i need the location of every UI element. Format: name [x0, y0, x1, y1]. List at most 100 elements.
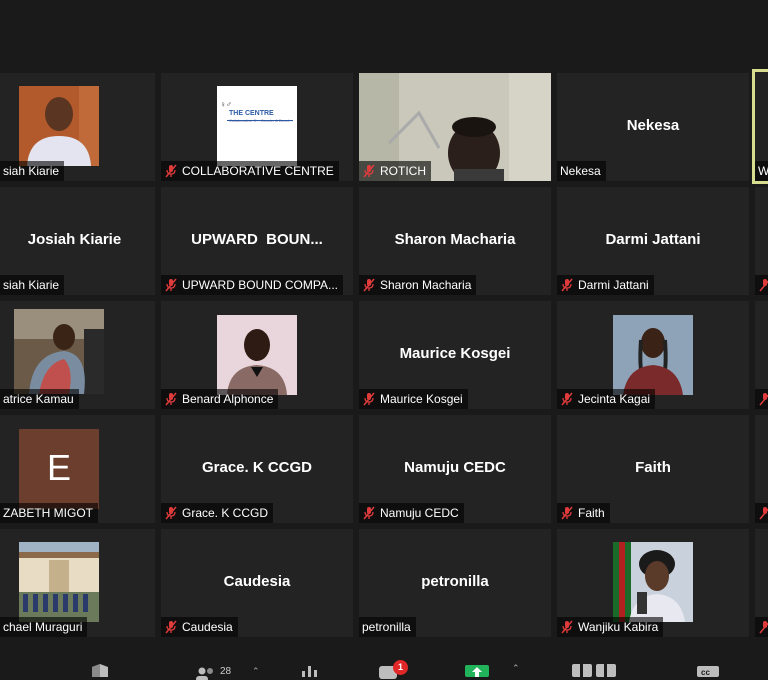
participant-display-name: Namuju CEDC [404, 458, 506, 476]
participant-nameplate: chael Muraguri [0, 617, 88, 637]
muted-mic-icon [561, 392, 573, 406]
participant-tile-caudesia[interactable]: Caudesia Caudesia [161, 529, 353, 637]
participant-photo [19, 542, 99, 622]
participant-nameplate: ROTICH [359, 161, 431, 181]
muted-mic-icon [561, 278, 573, 292]
participant-tile-benard[interactable]: Benard Alphonce [161, 301, 353, 409]
participant-tile-edge[interactable] [755, 415, 768, 523]
participant-tile-edge[interactable] [755, 187, 768, 295]
participant-tile-rotich[interactable]: ROTICH [359, 73, 551, 181]
logo-mark-icon: ♀♂ [220, 100, 232, 109]
participant-photo [217, 315, 297, 395]
muted-mic-icon [363, 392, 375, 406]
muted-mic-icon [561, 506, 573, 520]
participant-display-name: Josiah Kiarie [27, 230, 122, 248]
participant-tile-jecinta[interactable]: Jecinta Kagai [557, 301, 749, 409]
participant-nameplate: Jecinta Kagai [557, 389, 656, 409]
participant-tile-josiah-name[interactable]: Josiah Kiarie siah Kiarie [0, 187, 155, 295]
muted-mic-icon [165, 620, 177, 634]
participant-tile-darmi[interactable]: Darmi Jattani Darmi Jattani [557, 187, 749, 295]
participants-button[interactable]: 28 ⌃ [194, 664, 264, 680]
participants-count: 28 [220, 666, 232, 677]
chat-unread-badge: 1 [393, 660, 408, 675]
participant-tile-maurice[interactable]: Maurice Kosgei Maurice Kosgei [359, 301, 551, 409]
participant-tile-wanjiku[interactable]: Wanjiku Kabira [557, 529, 749, 637]
participant-nameplate: COLLABORATIVE CENTRE [161, 161, 339, 181]
muted-mic-icon [759, 621, 768, 634]
participant-photo [14, 309, 104, 394]
participant-nameplate: petronilla [359, 617, 416, 637]
participant-tile-collaborative-centre[interactable]: ♀♂ THE CENTRE Collaborative C... Gender … [161, 73, 353, 181]
logo-image: ♀♂ THE CENTRE Collaborative C... Gender … [217, 86, 297, 166]
record-icon[interactable] [572, 664, 618, 677]
participant-avatar-letter: E [19, 429, 99, 509]
participant-tile-upward-bound[interactable]: UPWARD BOUN... UPWARD BOUND COMPA... [161, 187, 353, 295]
participant-tile-beatrice[interactable]: atrice Kamau [0, 301, 155, 409]
closed-caption-icon[interactable]: cc [697, 666, 719, 677]
participant-nameplate [755, 389, 768, 409]
participant-display-name: petronilla [421, 572, 489, 590]
participant-tile-petronilla[interactable]: petronilla petronilla [359, 529, 551, 637]
participant-display-name: Faith [635, 458, 671, 476]
participant-display-name: Darmi Jattani [605, 230, 701, 248]
participant-nameplate: Wanjiku Kabira [557, 617, 664, 637]
participant-display-name: Grace. K CCGD [201, 458, 313, 476]
participant-nameplate: Grace. K CCGD [161, 503, 274, 523]
participant-tile-namuju[interactable]: Namuju CEDC Namuju CEDC [359, 415, 551, 523]
share-screen-icon [465, 665, 489, 677]
muted-mic-icon [165, 164, 177, 178]
participants-icon [196, 667, 213, 680]
participant-nameplate [755, 617, 768, 637]
chevron-up-icon[interactable]: ⌃ [512, 663, 520, 674]
participant-nameplate: siah Kiarie [0, 275, 65, 295]
participant-display-name: Sharon Macharia [394, 230, 516, 248]
participant-nameplate: Namuju CEDC [359, 503, 464, 523]
muted-mic-icon [561, 620, 573, 634]
participant-photo [613, 315, 693, 395]
muted-mic-icon [165, 278, 177, 292]
chevron-up-icon[interactable]: ⌃ [252, 666, 260, 677]
participant-tile-active-speaker[interactable]: W [752, 69, 768, 184]
muted-mic-icon [363, 278, 375, 292]
muted-mic-icon [165, 392, 177, 406]
participant-nameplate [755, 275, 768, 295]
participant-tile-edge[interactable] [755, 529, 768, 637]
participant-tile-elizabeth[interactable]: E ZABETH MIGOT [0, 415, 155, 523]
muted-mic-icon [165, 506, 177, 520]
participant-display-name: Maurice Kosgei [399, 344, 511, 362]
participant-nameplate: Sharon Macharia [359, 275, 477, 295]
participant-display-name: Nekesa [626, 116, 680, 134]
participant-tile-edge[interactable] [755, 301, 768, 409]
participant-nameplate: Faith [557, 503, 610, 523]
participant-tile-sharon[interactable]: Sharon Macharia Sharon Macharia [359, 187, 551, 295]
share-screen-button[interactable]: ⌃ [465, 663, 525, 677]
participant-nameplate: Caudesia [161, 617, 238, 637]
participant-photo [19, 86, 99, 166]
participant-tile-grace[interactable]: Grace. K CCGD Grace. K CCGD [161, 415, 353, 523]
chat-button[interactable]: 1 [378, 660, 408, 679]
participant-tile-nekesa[interactable]: Nekesa Nekesa [557, 73, 749, 181]
participant-nameplate: ZABETH MIGOT [0, 503, 98, 523]
participant-nameplate: Darmi Jattani [557, 275, 654, 295]
participant-display-name: Caudesia [223, 572, 291, 590]
muted-mic-icon [363, 164, 375, 178]
polls-icon[interactable] [300, 666, 318, 677]
participant-nameplate: Maurice Kosgei [359, 389, 468, 409]
meeting-toolbar: 28 ⌃ 1 ⌃ cc [0, 640, 768, 680]
participant-photo [613, 542, 693, 622]
muted-mic-icon [363, 506, 375, 520]
participant-tile-michael[interactable]: chael Muraguri [0, 529, 155, 637]
logo-title: THE CENTRE [229, 110, 274, 117]
gallery-view: siah Kiarie ♀♂ THE CENTRE Collaborative … [0, 0, 768, 640]
security-shield-icon[interactable] [91, 664, 109, 677]
participant-tile-josiah-photo[interactable]: siah Kiarie [0, 73, 155, 181]
participant-nameplate [755, 503, 768, 523]
participant-nameplate: W [755, 161, 768, 181]
avatar-initial: E [46, 447, 71, 488]
participant-nameplate: atrice Kamau [0, 389, 79, 409]
participant-nameplate: UPWARD BOUND COMPA... [161, 275, 344, 295]
participant-nameplate: Benard Alphonce [161, 389, 279, 409]
muted-mic-icon [759, 393, 768, 406]
participant-tile-faith[interactable]: Faith Faith [557, 415, 749, 523]
participant-nameplate: siah Kiarie [0, 161, 65, 181]
